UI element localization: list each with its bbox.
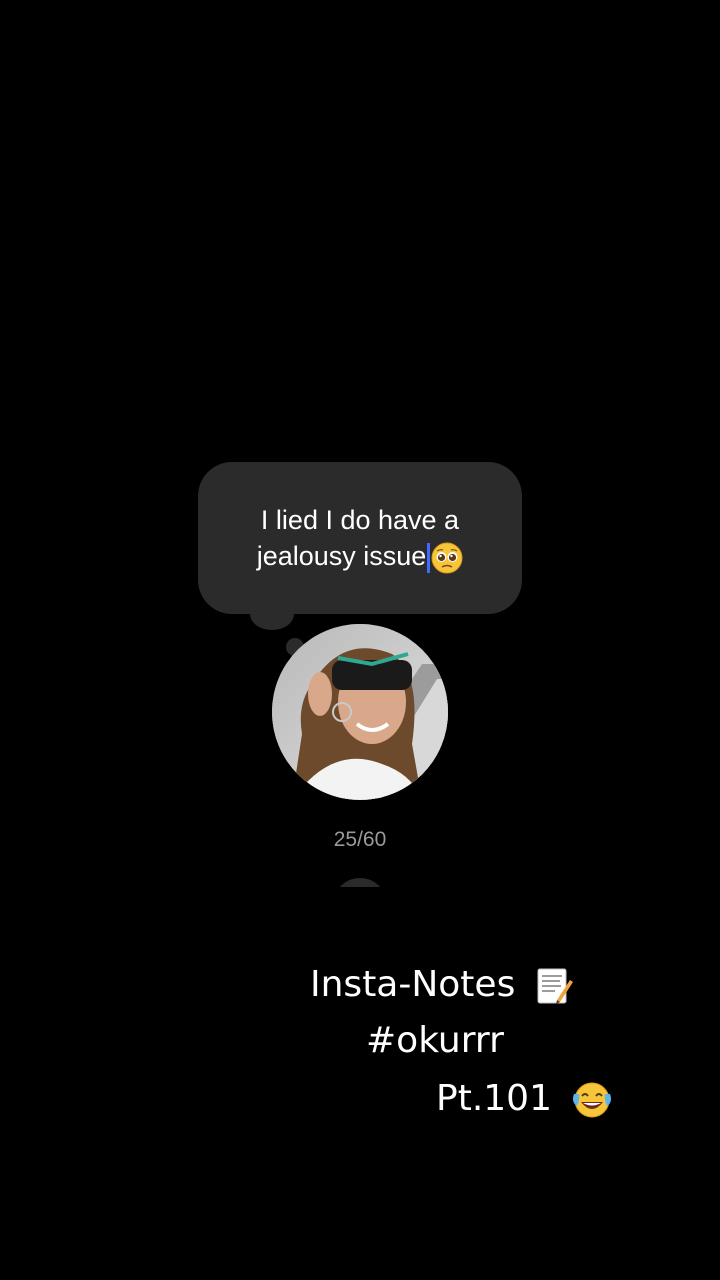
caption-line-2: #okurrr <box>366 1020 504 1061</box>
text-cursor <box>427 542 431 573</box>
avatar-photo <box>272 624 448 800</box>
pleading-face-icon <box>431 542 463 574</box>
laughing-tears-icon <box>573 1082 612 1118</box>
caption-text-2: #okurrr <box>366 1020 504 1061</box>
note-text-line-1: I lied I do have a <box>260 505 460 535</box>
character-counter: 25/60 <box>333 828 387 851</box>
note-text-line-2: jealousy issue <box>256 541 427 571</box>
caption-line-3: Pt.101 <box>436 1078 613 1120</box>
note-bubble[interactable]: I lied I do have a jealousy issue <box>198 462 522 614</box>
memo-icon <box>537 968 573 1004</box>
caption-text-3: Pt.101 <box>436 1078 552 1119</box>
note-text[interactable]: I lied I do have a jealousy issue <box>233 502 488 574</box>
profile-avatar[interactable] <box>272 624 448 800</box>
caption-text-1: Insta-Notes <box>310 964 516 1005</box>
caption-line-1: Insta-Notes <box>310 964 573 1006</box>
